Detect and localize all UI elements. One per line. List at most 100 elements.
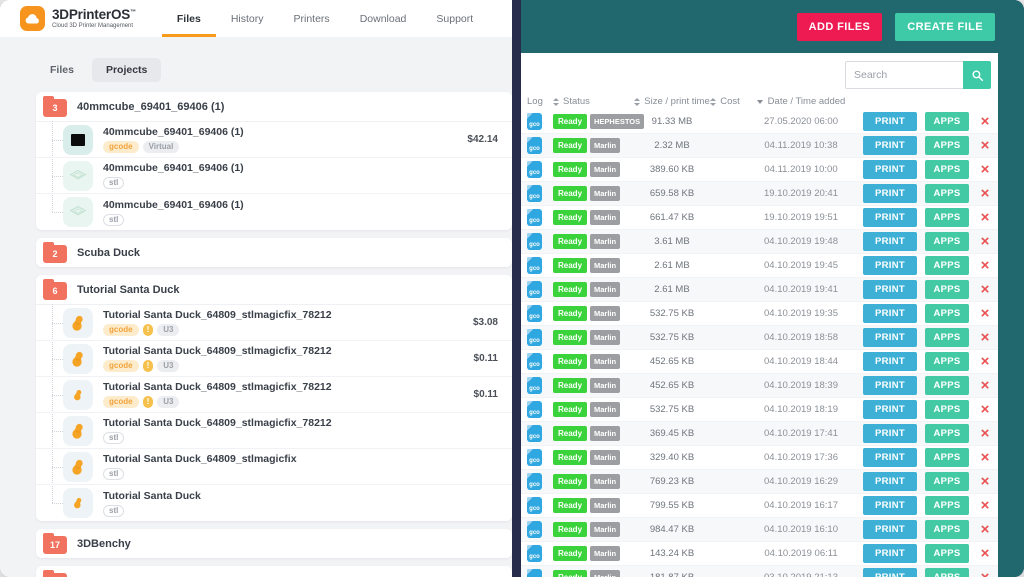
gcode-log-icon[interactable]: gco	[527, 113, 542, 130]
file-row[interactable]: Tutorial Santa Duckstl	[36, 485, 512, 521]
delete-icon[interactable]: ×	[975, 402, 995, 417]
print-button[interactable]: PRINT	[863, 112, 917, 131]
file-row[interactable]: Tutorial Santa Duck_64809_stlmagicfix_78…	[36, 305, 512, 341]
print-button[interactable]: PRINT	[863, 400, 917, 419]
delete-icon[interactable]: ×	[975, 522, 995, 537]
delete-icon[interactable]: ×	[975, 354, 995, 369]
nav-item-download[interactable]: Download	[345, 0, 422, 37]
apps-button[interactable]: APPS	[925, 568, 969, 577]
print-button[interactable]: PRINT	[863, 184, 917, 203]
delete-icon[interactable]: ×	[975, 570, 995, 577]
print-button[interactable]: PRINT	[863, 208, 917, 227]
column-header-size-print-time[interactable]: Size / print time	[637, 96, 707, 107]
apps-button[interactable]: APPS	[925, 352, 969, 371]
gcode-log-icon[interactable]: gco	[527, 329, 542, 346]
delete-icon[interactable]: ×	[975, 498, 995, 513]
apps-button[interactable]: APPS	[925, 160, 969, 179]
print-button[interactable]: PRINT	[863, 280, 917, 299]
gcode-log-icon[interactable]: gco	[527, 233, 542, 250]
delete-icon[interactable]: ×	[975, 234, 995, 249]
gcode-log-icon[interactable]: gco	[527, 137, 542, 154]
apps-button[interactable]: APPS	[925, 256, 969, 275]
print-button[interactable]: PRINT	[863, 328, 917, 347]
print-button[interactable]: PRINT	[863, 232, 917, 251]
print-button[interactable]: PRINT	[863, 520, 917, 539]
project-folder-row[interactable]: 6Tutorial Santa Duck	[36, 275, 512, 304]
delete-icon[interactable]: ×	[975, 426, 995, 441]
column-header-date-time-added[interactable]: Date / Time added	[743, 96, 859, 107]
print-button[interactable]: PRINT	[863, 448, 917, 467]
apps-button[interactable]: APPS	[925, 232, 969, 251]
file-row[interactable]: Tutorial Santa Duck_64809_stlmagicfix_78…	[36, 377, 512, 413]
apps-button[interactable]: APPS	[925, 424, 969, 443]
gcode-log-icon[interactable]: gco	[527, 161, 542, 178]
file-row[interactable]: 40mmcube_69401_69406 (1)gcodeVirtual$42.…	[36, 122, 512, 158]
search-button[interactable]	[963, 61, 991, 89]
gcode-log-icon[interactable]: gco	[527, 185, 542, 202]
delete-icon[interactable]: ×	[975, 546, 995, 561]
gcode-log-icon[interactable]: gco	[527, 497, 542, 514]
apps-button[interactable]: APPS	[925, 496, 969, 515]
print-button[interactable]: PRINT	[863, 472, 917, 491]
delete-icon[interactable]: ×	[975, 162, 995, 177]
print-button[interactable]: PRINT	[863, 136, 917, 155]
nav-item-history[interactable]: History	[216, 0, 279, 37]
apps-button[interactable]: APPS	[925, 112, 969, 131]
print-button[interactable]: PRINT	[863, 544, 917, 563]
print-button[interactable]: PRINT	[863, 424, 917, 443]
print-button[interactable]: PRINT	[863, 160, 917, 179]
gcode-log-icon[interactable]: gco	[527, 281, 542, 298]
gcode-log-icon[interactable]: gco	[527, 521, 542, 538]
gcode-log-icon[interactable]: gco	[527, 569, 542, 577]
apps-button[interactable]: APPS	[925, 544, 969, 563]
delete-icon[interactable]: ×	[975, 330, 995, 345]
gcode-log-icon[interactable]: gco	[527, 473, 542, 490]
nav-item-files[interactable]: Files	[162, 0, 216, 37]
project-folder-row[interactable]: 2Scuba Duck	[36, 238, 512, 267]
print-button[interactable]: PRINT	[863, 568, 917, 577]
column-header-status[interactable]: Status	[553, 96, 637, 107]
delete-icon[interactable]: ×	[975, 258, 995, 273]
nav-item-printers[interactable]: Printers	[279, 0, 345, 37]
print-button[interactable]: PRINT	[863, 376, 917, 395]
apps-button[interactable]: APPS	[925, 136, 969, 155]
delete-icon[interactable]: ×	[975, 210, 995, 225]
nav-item-support[interactable]: Support	[421, 0, 488, 37]
create-file-button[interactable]: CREATE FILE	[895, 13, 995, 41]
gcode-log-icon[interactable]: gco	[527, 305, 542, 322]
gcode-log-icon[interactable]: gco	[527, 545, 542, 562]
gcode-log-icon[interactable]: gco	[527, 401, 542, 418]
delete-icon[interactable]: ×	[975, 378, 995, 393]
apps-button[interactable]: APPS	[925, 184, 969, 203]
apps-button[interactable]: APPS	[925, 400, 969, 419]
project-folder-row[interactable]: 340mmcube_69401_69406 (1)	[36, 92, 512, 121]
gcode-log-icon[interactable]: gco	[527, 209, 542, 226]
delete-icon[interactable]: ×	[975, 474, 995, 489]
delete-icon[interactable]: ×	[975, 138, 995, 153]
tab-projects[interactable]: Projects	[92, 58, 161, 82]
print-button[interactable]: PRINT	[863, 352, 917, 371]
search-input[interactable]	[845, 61, 963, 89]
delete-icon[interactable]: ×	[975, 186, 995, 201]
gcode-log-icon[interactable]: gco	[527, 425, 542, 442]
add-files-button[interactable]: ADD FILES	[797, 13, 883, 41]
apps-button[interactable]: APPS	[925, 520, 969, 539]
print-button[interactable]: PRINT	[863, 496, 917, 515]
print-button[interactable]: PRINT	[863, 304, 917, 323]
gcode-log-icon[interactable]: gco	[527, 257, 542, 274]
project-folder-row[interactable]	[36, 566, 512, 577]
apps-button[interactable]: APPS	[925, 472, 969, 491]
column-header-cost[interactable]: Cost	[707, 96, 743, 107]
apps-button[interactable]: APPS	[925, 448, 969, 467]
file-row[interactable]: Tutorial Santa Duck_64809_stlmagicfix_78…	[36, 341, 512, 377]
file-row[interactable]: Tutorial Santa Duck_64809_stlmagicfix_78…	[36, 413, 512, 449]
tab-files[interactable]: Files	[36, 58, 88, 82]
project-folder-row[interactable]: 173DBenchy	[36, 529, 512, 558]
file-row[interactable]: Tutorial Santa Duck_64809_stlmagicfixstl	[36, 449, 512, 485]
apps-button[interactable]: APPS	[925, 304, 969, 323]
apps-button[interactable]: APPS	[925, 328, 969, 347]
file-row[interactable]: 40mmcube_69401_69406 (1)stl	[36, 194, 512, 230]
apps-button[interactable]: APPS	[925, 208, 969, 227]
delete-icon[interactable]: ×	[975, 282, 995, 297]
delete-icon[interactable]: ×	[975, 450, 995, 465]
